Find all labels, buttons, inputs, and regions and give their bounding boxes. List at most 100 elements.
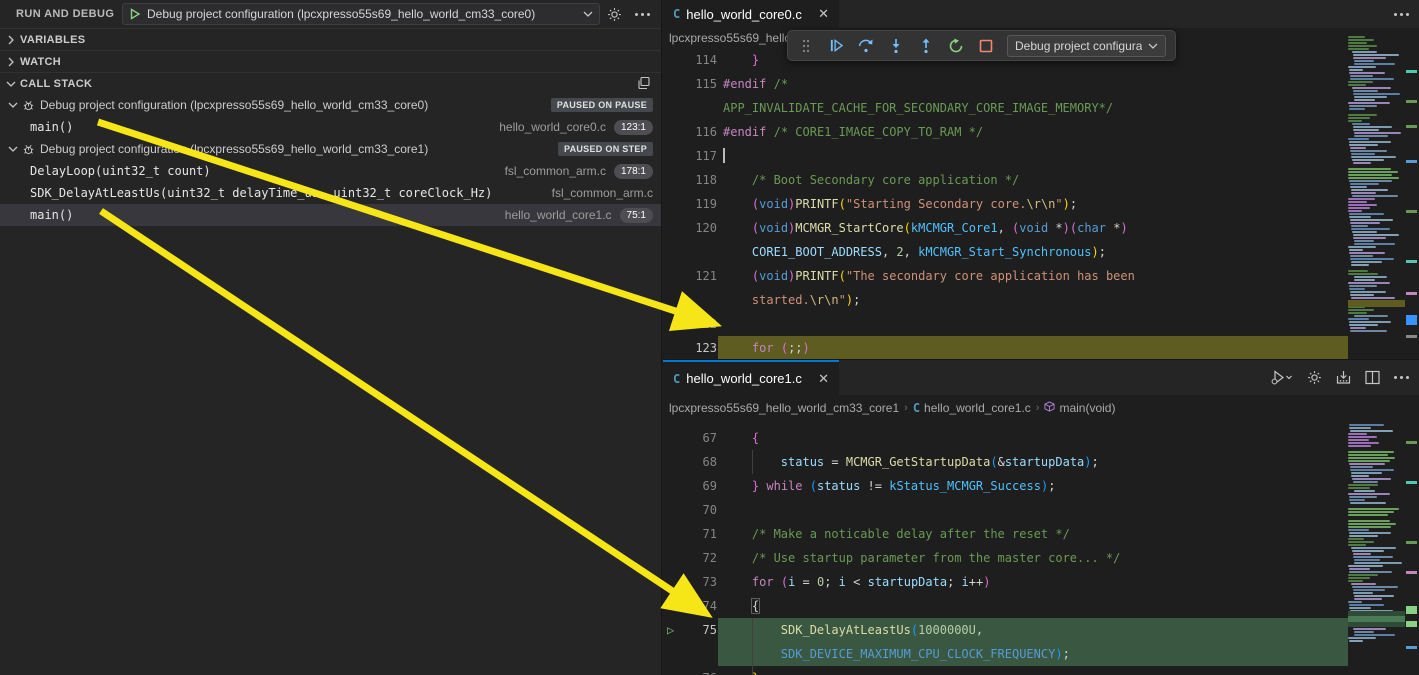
code-line[interactable]: 70 (663, 498, 1348, 522)
debug-config-dropdown[interactable]: Debug project configuration (lpcxpresso5… (122, 3, 600, 25)
minimap-line (1354, 631, 1374, 633)
code-viewport-core1[interactable]: 67 {68 status = MCMGR_GetStartupData(&st… (663, 420, 1419, 675)
minimap-line (1348, 457, 1395, 459)
code-line[interactable]: 119 (void)PRINTF("Starting Secondary cor… (663, 192, 1348, 216)
minimap-line (1350, 219, 1393, 221)
code-line[interactable]: 74 { (663, 594, 1348, 618)
debug-toolbar-config-dropdown[interactable]: Debug project configura (1007, 35, 1166, 57)
stack-frame[interactable]: main()hello_world_core1.c75:1 (0, 204, 661, 226)
symbol-icon (1044, 401, 1055, 415)
minimap-line (1349, 180, 1392, 182)
stack-frame[interactable]: main()hello_world_core0.c123:1 (0, 116, 661, 138)
code-line[interactable]: 122 (663, 312, 1348, 336)
code-line[interactable]: 76 } (663, 666, 1348, 675)
callstack-session[interactable]: Debug project configuration (lpcxpresso5… (0, 138, 661, 160)
debug-toolbar-config-label: Debug project configura (1015, 39, 1142, 53)
line-content: #endif /* (723, 72, 788, 96)
more-actions-icon[interactable] (1394, 376, 1409, 379)
line-content: } while (status != kStatus_MCMGR_Success… (723, 474, 1055, 498)
code-line[interactable]: CORE1_BOOT_ADDRESS, 2, kMCMGR_Start_Sync… (663, 240, 1348, 264)
line-content: status = MCMGR_GetStartupData(&startupDa… (723, 450, 1099, 474)
restart-button[interactable] (947, 37, 965, 55)
frame-line-badge: 75:1 (620, 208, 653, 223)
watch-section-header[interactable]: WATCH (0, 50, 661, 72)
current-frame-arrow-icon: ▷ (667, 618, 674, 642)
code-line[interactable]: APP_INVALIDATE_CACHE_FOR_SECONDARY_CORE_… (663, 96, 1348, 120)
copy-callstack-icon[interactable] (637, 76, 651, 95)
step-over-button[interactable] (857, 37, 875, 55)
drag-grip-icon[interactable] (797, 37, 815, 55)
code-line[interactable]: 116#endif /* CORE1_IMAGE_COPY_TO_RAM */ (663, 120, 1348, 144)
callstack-session[interactable]: Debug project configuration (lpcxpresso5… (0, 94, 661, 116)
code-line[interactable]: 123 for (;;) (663, 336, 1348, 359)
code-viewport-core0[interactable]: 114 }115#endif /*APP_INVALIDATE_CACHE_FO… (663, 48, 1419, 359)
code-line[interactable]: 72 /* Use startup parameter from the mas… (663, 546, 1348, 570)
text-cursor (723, 148, 725, 163)
close-tab-icon[interactable]: ✕ (818, 371, 829, 387)
minimap-line (1352, 123, 1370, 125)
code-line[interactable]: 69 } while (status != kStatus_MCMGR_Succ… (663, 474, 1348, 498)
minimap-line (1353, 162, 1372, 164)
step-out-button[interactable] (917, 37, 935, 55)
split-editor-icon[interactable] (1365, 370, 1380, 385)
breadcrumb-item[interactable]: Chello_world_core1.c (913, 401, 1031, 415)
breadcrumb[interactable]: lpcxpresso55s69_hello_world_cm33_core1›C… (663, 395, 1419, 420)
minimap-line (1349, 288, 1364, 290)
frame-location: fsl_common_arm.c178:1 (505, 164, 653, 179)
overview-ruler (1405, 421, 1419, 675)
tab-bar-top: C hello_world_core0.c ✕ (663, 0, 1419, 28)
minimap-line (1352, 159, 1384, 161)
more-actions-icon[interactable] (1394, 13, 1409, 16)
line-number: 72 (663, 546, 717, 570)
c-file-icon: C (673, 7, 680, 21)
breadcrumb-item[interactable]: lpcxpresso55s69_hello_world_cm33_core1 (669, 401, 899, 415)
stack-frame[interactable]: DelayLoop(uint32_t count)fsl_common_arm.… (0, 160, 661, 182)
more-actions-icon[interactable] (633, 6, 651, 22)
code-line[interactable]: 121 (void)PRINTF("The secondary core app… (663, 264, 1348, 288)
code-line[interactable]: 117 (663, 144, 1348, 168)
code-line[interactable]: SDK_DEVICE_MAXIMUM_CPU_CLOCK_FREQUENCY); (663, 642, 1348, 666)
code-line[interactable]: 115#endif /* (663, 72, 1348, 96)
code-line[interactable]: started.\r\n"); (663, 288, 1348, 312)
code-line[interactable]: 118 /* Boot Secondary core application *… (663, 168, 1348, 192)
line-number: 118 (663, 168, 717, 192)
close-tab-icon[interactable]: ✕ (818, 6, 829, 22)
minimap-line (1354, 243, 1395, 245)
code-line[interactable]: 71 /* Make a noticable delay after the r… (663, 522, 1348, 546)
gear-icon[interactable] (1307, 370, 1322, 385)
step-into-button[interactable] (887, 37, 905, 55)
minimap-line (1348, 174, 1392, 176)
code-line[interactable]: 75▷ SDK_DelayAtLeastUs(1000000U, (663, 618, 1348, 642)
tab-hello-world-core0[interactable]: C hello_world_core0.c ✕ (663, 0, 839, 28)
code-line[interactable]: 67 { (663, 426, 1348, 450)
line-number: 71 (663, 522, 717, 546)
minimap[interactable] (1348, 30, 1405, 358)
minimap-line (1351, 264, 1369, 266)
minimap-line (1348, 207, 1370, 209)
breadcrumb-item[interactable]: main(void) (1044, 401, 1115, 415)
minimap[interactable] (1348, 421, 1405, 675)
callstack-section-header[interactable]: CALL STACK (0, 72, 661, 94)
minimap-line (1351, 192, 1376, 194)
start-debug-icon[interactable] (129, 8, 141, 20)
tab-hello-world-core1[interactable]: C hello_world_core1.c ✕ (663, 360, 839, 395)
install-download-icon[interactable] (1336, 370, 1351, 385)
variables-section-header[interactable]: VARIABLES (0, 28, 661, 50)
minimap-line (1349, 568, 1371, 570)
code-line[interactable]: 73 for (i = 0; i < startupData; i++) (663, 570, 1348, 594)
minimap-line (1350, 430, 1393, 432)
run-or-debug-icon[interactable] (1271, 370, 1293, 385)
minimap-line (1351, 153, 1375, 155)
minimap-line (1353, 481, 1379, 483)
code-line[interactable]: 68 status = MCMGR_GetStartupData(&startu… (663, 450, 1348, 474)
line-content: /* Use startup parameter from the master… (723, 546, 1120, 570)
continue-button[interactable] (827, 37, 845, 55)
gear-icon[interactable] (605, 6, 623, 22)
minimap-line (1353, 234, 1399, 236)
stop-button[interactable] (977, 37, 995, 55)
minimap-line (1350, 330, 1387, 332)
minimap-line (1351, 472, 1382, 474)
code-line[interactable]: 120 (void)MCMGR_StartCore(kMCMGR_Core1, … (663, 216, 1348, 240)
line-number: 114 (663, 48, 717, 72)
stack-frame[interactable]: SDK_DelayAtLeastUs(uint32_t delayTime_us… (0, 182, 661, 204)
